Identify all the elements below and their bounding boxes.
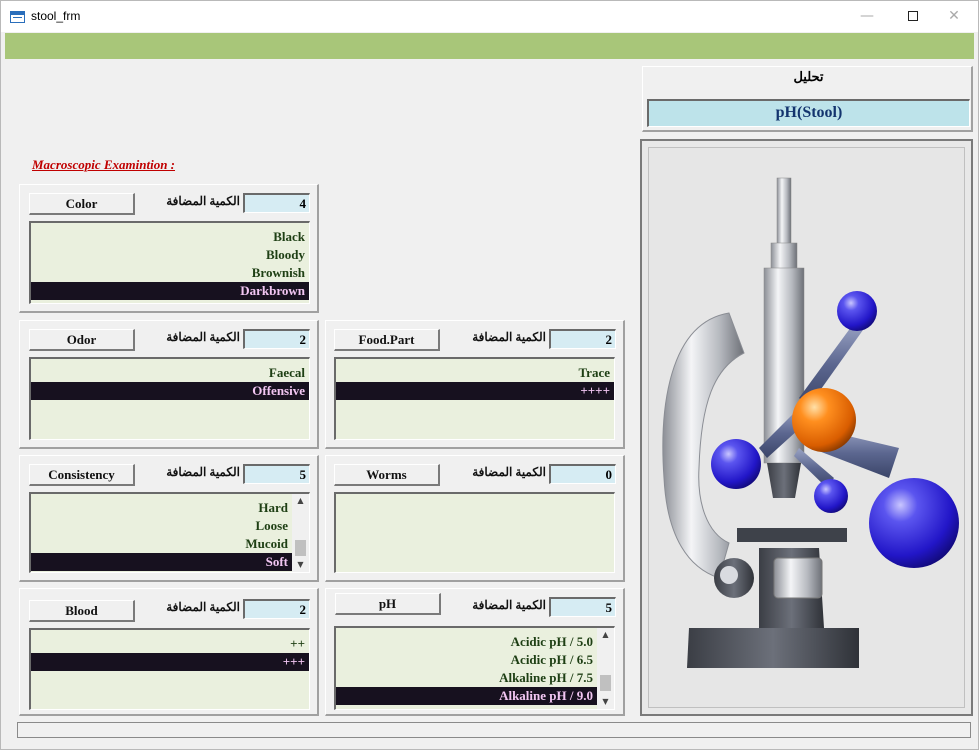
analysis-panel: تحليل pH(Stool)	[642, 66, 973, 132]
list-item[interactable]: Hard	[31, 499, 292, 517]
microscope-illustration	[662, 177, 959, 668]
qty-label: الكمية المضافة	[472, 598, 546, 612]
list-item[interactable]: Trace	[336, 364, 614, 382]
blood-panel: Blood الكمية المضافة 2 ++ +++	[19, 588, 319, 716]
food-part-qty-field[interactable]: 2	[549, 329, 616, 349]
list-item[interactable]: Alkaline pH / 7.5	[336, 669, 597, 687]
qty-label: الكمية المضافة	[166, 465, 240, 479]
blood-listbox[interactable]: ++ +++	[29, 628, 310, 710]
maximize-button[interactable]	[890, 1, 936, 32]
list-item[interactable]: Acidic pH / 6.5	[336, 651, 597, 669]
worms-qty-field[interactable]: 0	[549, 464, 616, 484]
list-item[interactable]: Loose	[31, 517, 292, 535]
odor-qty-field[interactable]: 2	[243, 329, 310, 349]
ph-qty-field[interactable]: 5	[549, 597, 616, 617]
title-bar: stool_frm — ✕	[1, 1, 978, 32]
vertical-scrollbar[interactable]: ▲ ▼	[292, 494, 309, 572]
list-item-selected[interactable]: Offensive	[31, 382, 309, 400]
list-item[interactable]: Faecal	[31, 364, 309, 382]
list-rows: Faecal Offensive	[31, 364, 309, 400]
vertical-scrollbar[interactable]: ▲ ▼	[597, 628, 614, 709]
qty-label: الكمية المضافة	[166, 194, 240, 208]
list-rows: ++ +++	[31, 635, 309, 671]
odor-listbox[interactable]: Faecal Offensive	[29, 357, 310, 440]
close-button[interactable]: ✕	[931, 1, 977, 32]
ph-button[interactable]: pH	[335, 593, 441, 615]
consistency-panel: Consistency الكمية المضافة 5 Hard Loose …	[19, 455, 319, 582]
list-item[interactable]: Brownish	[31, 264, 309, 282]
color-panel: Color الكمية المضافة 4 Black Bloody Brow…	[19, 184, 319, 313]
list-item-selected[interactable]: Darkbrown	[31, 282, 309, 300]
ph-listbox[interactable]: Acidic pH / 5.0 Acidic pH / 6.5 Alkaline…	[334, 626, 615, 710]
list-rows: Acidic pH / 5.0 Acidic pH / 6.5 Alkaline…	[336, 633, 597, 705]
worms-button[interactable]: Worms	[334, 464, 440, 486]
ph-panel: pH الكمية المضافة 5 Acidic pH / 5.0 Acid…	[325, 588, 625, 716]
analysis-name-field[interactable]: pH(Stool)	[647, 99, 970, 127]
list-item-selected[interactable]: ++++	[336, 382, 614, 400]
color-listbox[interactable]: Black Bloody Brownish Darkbrown	[29, 221, 310, 304]
blood-qty-field[interactable]: 2	[243, 599, 310, 619]
list-item[interactable]: ++	[31, 635, 309, 653]
scroll-thumb[interactable]	[295, 540, 306, 556]
image-frame	[640, 139, 973, 716]
list-rows: Hard Loose Mucoid Soft	[31, 499, 292, 571]
color-button[interactable]: Color	[29, 193, 135, 215]
section-title: Macroscopic Examintion :	[32, 157, 176, 172]
qty-label: الكمية المضافة	[166, 600, 240, 614]
blood-button[interactable]: Blood	[29, 600, 135, 622]
list-item[interactable]: Acidic pH / 5.0	[336, 633, 597, 651]
qty-label: الكمية المضافة	[472, 465, 546, 479]
minimize-button[interactable]: —	[844, 1, 890, 32]
consistency-listbox[interactable]: Hard Loose Mucoid Soft ▲ ▼	[29, 492, 310, 573]
header-bar	[5, 33, 974, 59]
list-item[interactable]: Mucoid	[31, 535, 292, 553]
maximize-icon	[908, 11, 918, 21]
analysis-label: تحليل	[793, 69, 824, 84]
worms-panel: Worms الكمية المضافة 0	[325, 455, 625, 582]
list-rows: Black Bloody Brownish Darkbrown	[31, 228, 309, 300]
scroll-up-arrow-icon[interactable]: ▲	[597, 628, 614, 642]
consistency-qty-field[interactable]: 5	[243, 464, 310, 484]
window-title: stool_frm	[31, 9, 81, 23]
food-part-panel: Food.Part الكمية المضافة 2 Trace ++++	[325, 320, 625, 449]
list-item-selected[interactable]: +++	[31, 653, 309, 671]
list-item-selected[interactable]: Soft	[31, 553, 292, 571]
scroll-thumb[interactable]	[600, 675, 611, 691]
list-rows: Trace ++++	[336, 364, 614, 400]
worms-listbox[interactable]	[334, 492, 615, 573]
food-part-button[interactable]: Food.Part	[334, 329, 440, 351]
odor-button[interactable]: Odor	[29, 329, 135, 351]
qty-label: الكمية المضافة	[166, 330, 240, 344]
qty-label: الكمية المضافة	[472, 330, 546, 344]
scroll-down-arrow-icon[interactable]: ▼	[292, 558, 309, 572]
microscope-molecule-image	[648, 147, 965, 708]
scroll-down-arrow-icon[interactable]: ▼	[597, 695, 614, 709]
status-bar	[17, 722, 971, 738]
list-item[interactable]: Black	[31, 228, 309, 246]
food-part-listbox[interactable]: Trace ++++	[334, 357, 615, 440]
stool-form-window: stool_frm — ✕ Macroscopic Examintion : C…	[0, 0, 979, 750]
consistency-button[interactable]: Consistency	[29, 464, 135, 486]
scroll-up-arrow-icon[interactable]: ▲	[292, 494, 309, 508]
list-item-selected[interactable]: Alkaline pH / 9.0	[336, 687, 597, 705]
odor-panel: Odor الكمية المضافة 2 Faecal Offensive	[19, 320, 319, 449]
list-item[interactable]: Bloody	[31, 246, 309, 264]
form-icon	[10, 11, 25, 23]
color-qty-field[interactable]: 4	[243, 193, 310, 213]
